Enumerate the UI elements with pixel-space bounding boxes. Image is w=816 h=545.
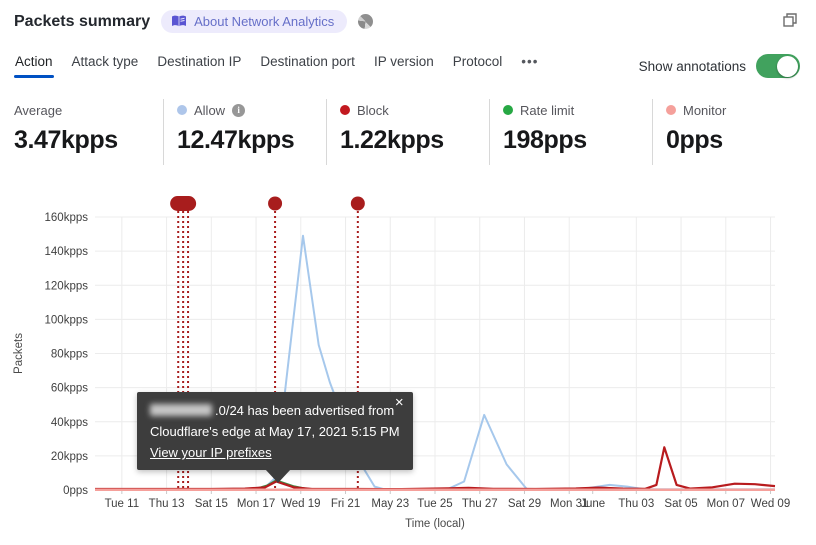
x-tick-label: Fri 21 [331, 498, 360, 510]
tab-action[interactable]: Action [14, 52, 54, 78]
stat-value: 12.47kpps [177, 126, 295, 154]
x-tick-label: Wed 09 [751, 498, 790, 510]
tab-destination-port[interactable]: Destination port [259, 52, 356, 78]
y-tick-label: 80kpps [51, 349, 88, 361]
x-tick-label: June [580, 498, 605, 510]
stat-label: Block [357, 102, 389, 118]
x-tick-label: Thu 27 [462, 498, 498, 510]
view-ip-prefixes-link[interactable]: View your IP prefixes [150, 445, 272, 460]
x-tick-label: Thu 13 [149, 498, 185, 510]
y-axis-title: Packets [13, 333, 25, 374]
x-tick-label: Sat 29 [508, 498, 541, 510]
usage-pie-icon[interactable] [358, 14, 374, 29]
allow-legend-dot [177, 105, 187, 115]
page-title: Packets summary [14, 12, 151, 30]
x-tick-label: Mon 17 [237, 498, 275, 510]
y-tick-label: 160kpps [45, 212, 89, 224]
x-tick-label: May 23 [371, 498, 409, 510]
x-tick-label: Mon 07 [707, 498, 745, 510]
annotation-marker[interactable] [350, 196, 365, 211]
close-icon[interactable]: × [395, 395, 404, 410]
x-tick-label: Wed 19 [281, 498, 320, 510]
x-tick-label: Sat 15 [195, 498, 228, 510]
annotation-marker[interactable] [268, 196, 283, 211]
annotation-tooltip: × .0/24 has been advertised from Cloudfl… [137, 392, 413, 483]
stat-monitor: Monitor 0pps [652, 99, 815, 165]
x-tick-label: Tue 25 [417, 498, 452, 510]
about-network-analytics-badge[interactable]: About Network Analytics [161, 10, 348, 33]
tab-attack-type[interactable]: Attack type [71, 52, 140, 78]
tooltip-caret [265, 469, 291, 483]
stat-value: 3.47kpps [14, 126, 118, 154]
tab-destination-ip[interactable]: Destination IP [156, 52, 242, 78]
stat-average: Average 3.47kpps [14, 99, 163, 165]
tab-bar: Action Attack type Destination IP Destinati… [14, 52, 539, 78]
packets-time-series-chart: 0pps 20kpps 40kpps 60kpps 80kpps 100kpps 120kp… [13, 196, 790, 530]
x-tick-label: Thu 03 [618, 498, 654, 510]
x-tick-label: Sat 05 [664, 498, 697, 510]
stat-value: 0pps [666, 126, 723, 154]
rate-limit-legend-dot [503, 105, 513, 115]
tab-ip-version[interactable]: IP version [373, 52, 435, 78]
tooltip-line1: .0/24 has been advertised from [150, 400, 400, 421]
y-tick-label: 140kpps [45, 246, 89, 258]
stat-block: Block 1.22kpps [326, 99, 489, 165]
book-icon [171, 15, 187, 28]
annotation-marker-group[interactable] [170, 196, 197, 211]
stat-label: Average [14, 102, 63, 118]
stat-value: 1.22kpps [340, 126, 444, 154]
tooltip-line2: Cloudflare's edge at May 17, 2021 5:15 P… [150, 424, 400, 439]
info-icon[interactable]: i [232, 103, 246, 117]
stat-label: Monitor [683, 102, 727, 118]
toggle-knob [777, 55, 798, 77]
y-tick-label: 20kpps [51, 451, 88, 463]
stat-allow: Allow i 12.47kpps [163, 99, 326, 165]
tab-more-menu[interactable]: ••• [520, 52, 539, 78]
block-legend-dot [340, 105, 350, 115]
stats-row: Average 3.47kpps Allow i 12.47kpps Block 1.22k… [14, 99, 815, 165]
show-annotations-toggle[interactable] [756, 54, 800, 78]
stat-label: Rate limit [520, 102, 575, 118]
packets-summary-panel: Packets summary About Network Analytics … [0, 0, 816, 545]
show-annotations-control: Show annotations [639, 54, 800, 78]
monitor-legend-dot [666, 105, 676, 115]
y-tick-label: 0pps [63, 485, 88, 497]
y-tick-label: 100kpps [45, 314, 89, 326]
show-annotations-label: Show annotations [638, 58, 746, 74]
tab-protocol[interactable]: Protocol [452, 52, 504, 78]
badge-label: About Network Analytics [194, 14, 335, 29]
y-tick-label: 60kpps [51, 383, 88, 395]
stat-rate-limit: Rate limit 198pps [489, 99, 652, 165]
duplicate-window-icon[interactable] [782, 12, 798, 33]
stat-label: Allow [194, 102, 226, 118]
y-tick-label: 120kpps [45, 280, 89, 292]
panel-header: Packets summary About Network Analytics [14, 10, 374, 33]
tab-row: Action Attack type Destination IP Destinati… [14, 52, 800, 78]
y-tick-label: 40kpps [51, 417, 88, 429]
stat-value: 198pps [503, 126, 587, 154]
x-tick-label: Tue 11 [105, 498, 140, 510]
x-axis-title: Time (local) [405, 518, 465, 530]
redacted-ip-prefix [150, 404, 212, 416]
